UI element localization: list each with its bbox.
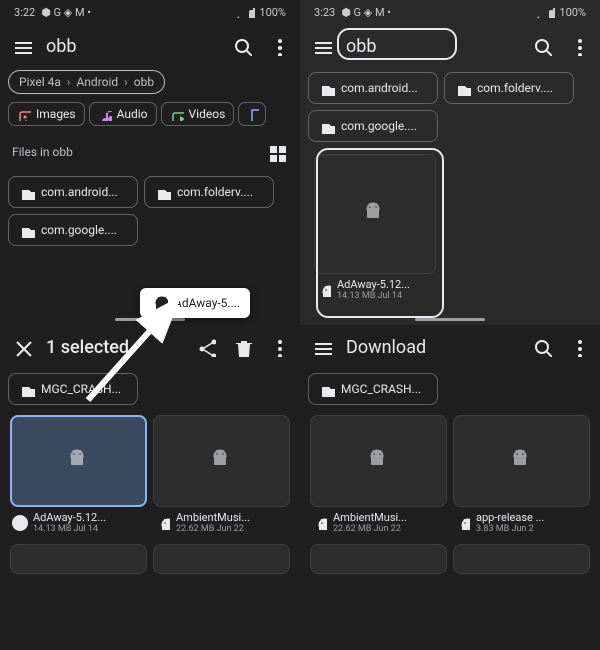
- status-bar: 3:22 ⬢ G ◈ M • 100%: [0, 0, 300, 24]
- more-button[interactable]: [566, 335, 590, 359]
- breadcrumb-2[interactable]: obb: [134, 75, 154, 89]
- file-card-partial[interactable]: [453, 544, 590, 574]
- menu-button[interactable]: [10, 34, 34, 58]
- file-card[interactable]: AdAway-5.12... 14.13 MB Jul 14: [10, 415, 147, 538]
- battery-text: 100%: [559, 6, 586, 19]
- file-thumbnail[interactable]: [153, 415, 290, 507]
- delete-button[interactable]: [230, 335, 254, 359]
- search-button[interactable]: [230, 34, 254, 58]
- folder-item[interactable]: com.android...: [308, 72, 438, 104]
- file-thumbnail[interactable]: [314, 154, 436, 274]
- file-meta: 22.62 MB Jun 22: [333, 524, 407, 534]
- file-name: app-release ...: [476, 511, 544, 524]
- battery-icon: [243, 6, 255, 18]
- file-name: AdAway-5.12...: [337, 278, 410, 291]
- file-card[interactable]: AmbientMusi... 22.62 MB Jun 22: [153, 415, 290, 538]
- check-icon: [12, 515, 28, 531]
- search-text[interactable]: obb: [346, 36, 518, 57]
- more-button[interactable]: [566, 34, 590, 58]
- chip-videos[interactable]: Videos: [161, 102, 235, 126]
- menu-button[interactable]: [310, 335, 334, 359]
- status-app-icons: ⬢ G ◈ M •: [41, 6, 91, 19]
- status-time: 3:22: [14, 6, 35, 19]
- folder-item[interactable]: MGC_CRASH...: [308, 373, 438, 405]
- chevron-right-icon: ›: [67, 75, 71, 89]
- android-icon: [455, 515, 471, 531]
- view-toggle-button[interactable]: [264, 140, 288, 164]
- screen-download: Download MGC_CRASH... AmbientMusi... 22.…: [300, 325, 600, 650]
- file-name: AmbientMusi...: [333, 511, 407, 524]
- file-card-partial[interactable]: [310, 544, 447, 574]
- drag-preview: AdAway-5....: [140, 288, 250, 318]
- file-card[interactable]: app-release ... 3.83 MB Jun 2: [453, 415, 590, 538]
- file-card-partial[interactable]: [153, 544, 290, 574]
- chip-audio[interactable]: Audio: [89, 102, 157, 126]
- breadcrumb[interactable]: Pixel 4a › Android › obb: [8, 70, 165, 94]
- file-card-partial[interactable]: [10, 544, 147, 574]
- folder-item[interactable]: com.android...: [8, 176, 138, 208]
- file-meta: 14.13 MB Jul 14: [33, 524, 106, 534]
- folder-item[interactable]: MGC_CRASH...: [8, 373, 138, 405]
- file-thumbnail[interactable]: [310, 415, 447, 507]
- file-meta: 22.62 MB Jun 22: [176, 524, 250, 534]
- folder-item[interactable]: com.google....: [8, 214, 138, 246]
- screen-selected: 1 selected MGC_CRASH... AdAway-5.12... 1…: [0, 325, 300, 650]
- folder-item[interactable]: com.google....: [308, 110, 438, 142]
- folder-item[interactable]: com.folderv....: [144, 176, 274, 208]
- signal-icon: [527, 6, 539, 18]
- android-icon: [312, 515, 328, 531]
- share-button[interactable]: [194, 335, 218, 359]
- close-button[interactable]: [10, 335, 34, 359]
- file-meta: 14.13 MB Jul 14: [337, 291, 410, 301]
- chip-documents[interactable]: [238, 102, 266, 126]
- file-name: AdAway-5.12...: [33, 511, 106, 524]
- file-thumbnail[interactable]: [453, 415, 590, 507]
- section-title: Files in obb: [12, 145, 73, 159]
- selection-count: 1 selected: [46, 337, 182, 358]
- search-button[interactable]: [530, 335, 554, 359]
- battery-icon: [543, 6, 555, 18]
- chip-images[interactable]: Images: [8, 102, 85, 126]
- more-button[interactable]: [266, 34, 290, 58]
- status-app-icons: ⬢ G ◈ M •: [341, 6, 391, 19]
- folder-item[interactable]: com.folderv....: [444, 72, 574, 104]
- signal-icon: [227, 6, 239, 18]
- status-bar: 3:23 ⬢ G ◈ M • 100%: [300, 0, 600, 24]
- file-card[interactable]: AmbientMusi... 22.62 MB Jun 22: [310, 415, 447, 538]
- android-icon: [316, 282, 332, 298]
- status-time: 3:23: [314, 6, 335, 19]
- breadcrumb-root[interactable]: Pixel 4a: [19, 75, 61, 89]
- more-button[interactable]: [266, 335, 290, 359]
- screen-obb-dropped: 3:23 ⬢ G ◈ M • 100% obb com.android... c…: [300, 0, 600, 325]
- search-text[interactable]: obb: [46, 36, 218, 57]
- battery-text: 100%: [259, 6, 286, 19]
- android-icon: [155, 515, 171, 531]
- filter-chips: Images Audio Videos: [0, 96, 300, 132]
- search-button[interactable]: [530, 34, 554, 58]
- file-name: AmbientMusi...: [176, 511, 250, 524]
- gesture-bar: [415, 318, 485, 321]
- screen-obb-drag: 3:22 ⬢ G ◈ M • 100% obb Pixel 4a › Andro…: [0, 0, 300, 325]
- breadcrumb-1[interactable]: Android: [76, 75, 118, 89]
- menu-button[interactable]: [310, 34, 334, 58]
- file-thumbnail[interactable]: [10, 415, 147, 507]
- chevron-right-icon: ›: [124, 75, 128, 89]
- gesture-bar: [115, 318, 185, 321]
- page-title: Download: [346, 337, 518, 358]
- file-meta: 3.83 MB Jun 2: [476, 524, 544, 534]
